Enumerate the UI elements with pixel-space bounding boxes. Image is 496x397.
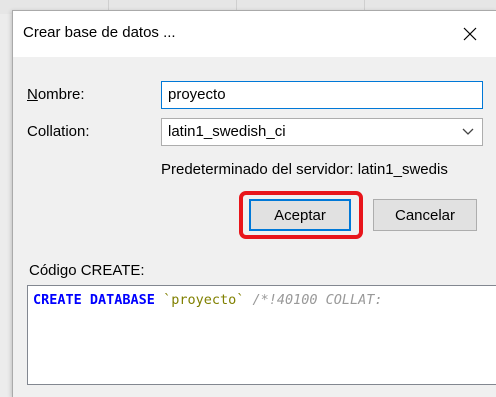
create-database-dialog: Crear base de datos ... Nombre: proyecto…: [12, 10, 496, 397]
dialog-title: Crear base de datos ...: [23, 24, 176, 41]
create-code-editor[interactable]: CREATE DATABASE `proyecto` /*!40100 COLL…: [27, 285, 496, 385]
name-label-accesskey: N: [27, 86, 38, 103]
name-input-value: proyecto: [168, 86, 226, 103]
create-code-line: CREATE DATABASE `proyecto` /*!40100 COLL…: [33, 292, 383, 308]
cancel-button-label: Cancelar: [394, 206, 456, 224]
name-label: Nombre:: [27, 86, 85, 103]
sql-comment: /*!40100 COLLAT:: [252, 292, 383, 308]
name-input[interactable]: proyecto: [161, 81, 483, 109]
collation-select-value: latin1_swedish_ci: [168, 123, 286, 140]
sql-keyword: CREATE DATABASE: [33, 292, 155, 308]
sql-identifier: `proyecto`: [163, 292, 245, 308]
cancel-button[interactable]: Cancelar: [373, 199, 477, 231]
server-default-text: Predeterminado del servidor: latin1_swed…: [161, 161, 448, 178]
close-button[interactable]: [443, 11, 496, 57]
collation-select[interactable]: latin1_swedish_ci: [161, 118, 483, 146]
accept-highlight-annotation: [239, 191, 363, 239]
chevron-down-icon: [462, 128, 474, 135]
collation-label: Collation:: [27, 123, 90, 140]
create-code-label: Código CREATE:: [29, 262, 145, 279]
close-icon: [463, 27, 477, 41]
dialog-titlebar: Crear base de datos ...: [13, 11, 496, 57]
name-label-rest: ombre:: [37, 86, 85, 103]
